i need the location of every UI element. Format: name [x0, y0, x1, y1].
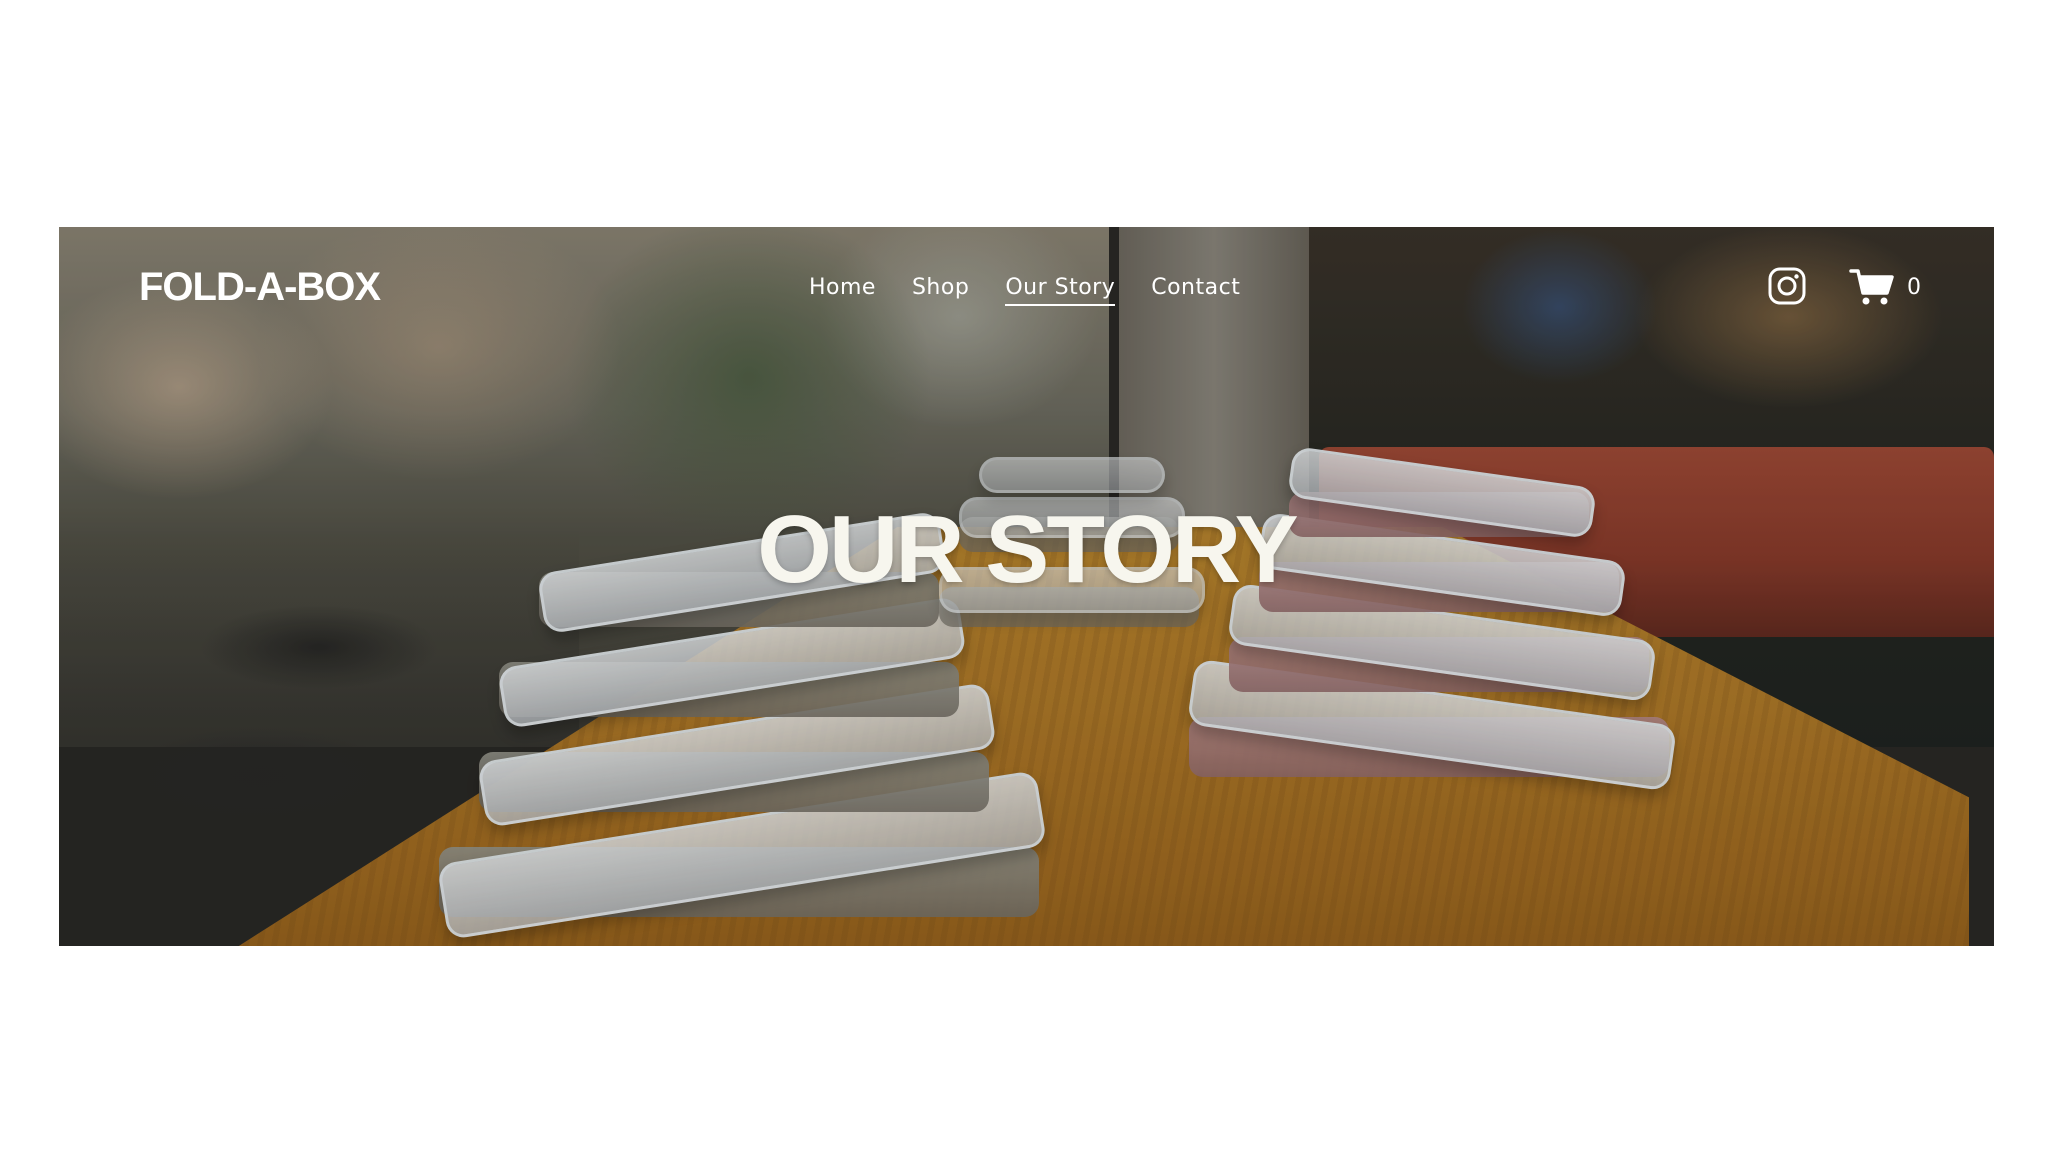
nav-link-home[interactable]: Home [809, 275, 876, 306]
nav-link-contact[interactable]: Contact [1151, 275, 1240, 306]
instagram-icon[interactable] [1768, 267, 1806, 305]
hero-banner: FOLD-A-BOX Home Shop Our Story Contact 0… [59, 227, 1994, 946]
shopping-cart-icon [1849, 269, 1894, 305]
main-nav: Home Shop Our Story Contact [809, 275, 1240, 306]
cart-button[interactable]: 0 [1849, 267, 1921, 307]
site-logo[interactable]: FOLD-A-BOX [139, 265, 381, 310]
nav-link-shop[interactable]: Shop [912, 275, 969, 306]
cart-count: 0 [1907, 274, 1921, 300]
nav-link-our-story[interactable]: Our Story [1005, 275, 1116, 306]
page-title: OUR STORY [757, 496, 1298, 603]
